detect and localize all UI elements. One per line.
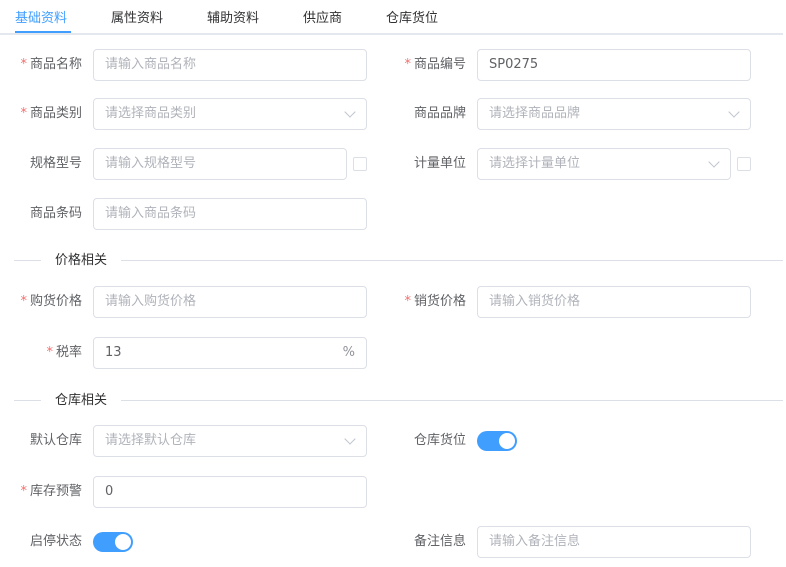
unit-label: 计量单位 (413, 156, 466, 171)
chevron-down-icon (708, 156, 720, 168)
product-code-input[interactable]: SP0275 (477, 49, 751, 81)
spec-model-label: 规格型号 (29, 156, 82, 171)
warehouse-location-label: 仓库货位 (413, 433, 466, 448)
active-tab-indicator (15, 31, 71, 33)
tab-warehouse-location[interactable]: 仓库货位 (386, 7, 438, 26)
tab-basic-info[interactable]: 基础资料 (15, 7, 67, 26)
required-mark: * (46, 345, 53, 360)
warehouse-section-divider (14, 400, 783, 401)
tab-auxiliary-info[interactable]: 辅助资料 (207, 7, 259, 26)
product-category-select[interactable]: 请选择商品类别 (93, 98, 367, 130)
enabled-status-label: 启停状态 (29, 534, 82, 549)
toggle-knob (499, 433, 515, 449)
barcode-input[interactable]: 请输入商品条码 (93, 198, 367, 230)
chevron-down-icon (344, 433, 356, 445)
price-section-title: 价格相关 (41, 252, 122, 270)
chevron-down-icon (344, 106, 356, 118)
required-mark: * (20, 106, 27, 121)
warehouse-location-toggle[interactable] (477, 431, 517, 451)
sale-price-input[interactable]: 请输入销货价格 (477, 286, 751, 318)
toggle-knob (115, 534, 131, 550)
product-category-label: * 商品类别 (20, 106, 82, 121)
barcode-label: 商品条码 (29, 206, 82, 221)
required-mark: * (20, 294, 27, 309)
price-section-divider (14, 260, 783, 261)
unit-checkbox[interactable] (737, 157, 751, 171)
tab-attribute-info[interactable]: 属性资料 (111, 7, 163, 26)
required-mark: * (404, 294, 411, 309)
stock-alert-input[interactable]: 0 (93, 476, 367, 508)
unit-select[interactable]: 请选择计量单位 (477, 148, 731, 180)
purchase-price-label: * 购货价格 (20, 294, 82, 309)
spec-model-checkbox[interactable] (353, 157, 367, 171)
chevron-down-icon (728, 106, 740, 118)
warehouse-section-title: 仓库相关 (41, 392, 122, 410)
percent-suffix: % (342, 345, 355, 360)
remarks-input[interactable]: 请输入备注信息 (477, 526, 751, 558)
spec-model-input[interactable]: 请输入规格型号 (93, 148, 347, 180)
tax-rate-label: * 税率 (46, 345, 82, 360)
remarks-label: 备注信息 (413, 534, 466, 549)
required-mark: * (20, 57, 27, 72)
required-mark: * (20, 484, 27, 499)
default-warehouse-label: 默认仓库 (29, 433, 82, 448)
product-brand-label: 商品品牌 (413, 106, 466, 121)
tax-rate-input[interactable]: 13% (93, 337, 367, 369)
purchase-price-input[interactable]: 请输入购货价格 (93, 286, 367, 318)
tab-bar: 基础资料 属性资料 辅助资料 供应商 仓库货位 (0, 0, 783, 35)
product-brand-select[interactable]: 请选择商品品牌 (477, 98, 751, 130)
enabled-status-toggle[interactable] (93, 532, 133, 552)
product-name-input[interactable]: 请输入商品名称 (93, 49, 367, 81)
product-code-label: * 商品编号 (404, 57, 466, 72)
stock-alert-label: * 库存预警 (20, 484, 82, 499)
default-warehouse-select[interactable]: 请选择默认仓库 (93, 425, 367, 457)
tab-supplier[interactable]: 供应商 (303, 7, 342, 26)
required-mark: * (404, 57, 411, 72)
product-name-label: * 商品名称 (20, 57, 82, 72)
sale-price-label: * 销货价格 (404, 294, 466, 309)
